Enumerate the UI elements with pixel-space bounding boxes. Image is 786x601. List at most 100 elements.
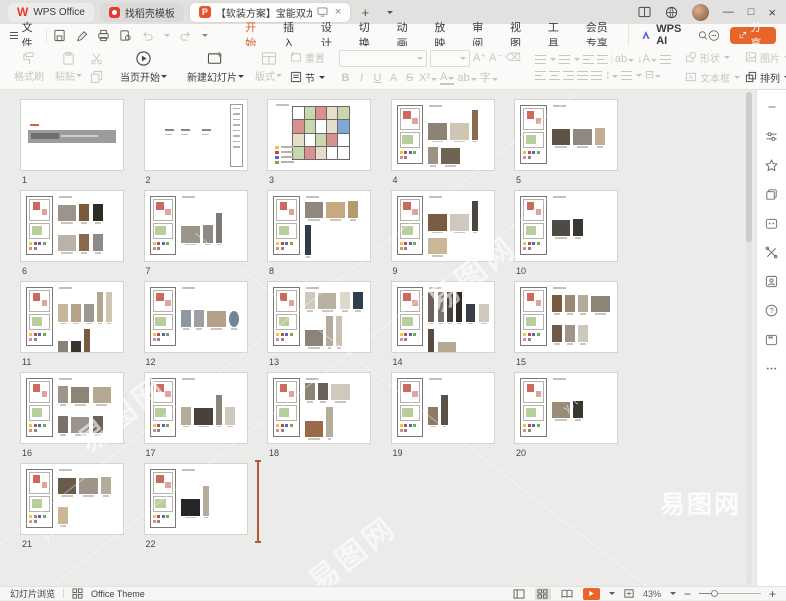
increase-indent-icon[interactable]	[597, 55, 608, 64]
star-favorites-icon[interactable]	[763, 156, 781, 174]
textbox-button[interactable]: A 文本框	[685, 70, 740, 85]
zoom-in-button[interactable]: +	[769, 588, 776, 600]
sort-text-button[interactable]: ↓A	[637, 54, 657, 65]
search-icon[interactable]	[698, 29, 708, 42]
slide-thumbnail[interactable]	[144, 99, 248, 171]
scrollbar-thumb[interactable]	[746, 92, 752, 242]
slide-thumbnail[interactable]	[20, 372, 124, 444]
zoom-slider[interactable]	[699, 593, 761, 594]
slide-thumbnail[interactable]	[20, 281, 124, 353]
highlight-color-button[interactable]: ab	[457, 73, 476, 84]
undo-dropdown-icon[interactable]	[164, 34, 170, 37]
bullet-list-icon[interactable]	[535, 55, 546, 64]
paragraph-mark-icon[interactable]	[660, 55, 671, 64]
more-options-icon[interactable]	[763, 359, 781, 377]
slideshow-dropdown-icon[interactable]	[609, 592, 615, 595]
font-family-select[interactable]	[339, 50, 427, 67]
slide-sorter-canvas[interactable]: 12345678910111213141516171819202122 易图网 …	[0, 90, 756, 586]
user-avatar[interactable]	[692, 4, 709, 21]
tune-properties-icon[interactable]	[763, 127, 781, 145]
fit-to-window-icon[interactable]	[623, 588, 635, 599]
format-painter-button[interactable]: 格式刷	[11, 50, 47, 84]
slide-thumbnail[interactable]	[514, 372, 618, 444]
assistant-message-icon[interactable]	[708, 28, 720, 43]
reset-slide-button[interactable]: 重置	[290, 50, 325, 65]
font-color-button[interactable]: A	[440, 72, 454, 85]
strikethrough-button[interactable]: S	[403, 73, 416, 84]
slide-thumbnail[interactable]	[144, 281, 248, 353]
redo-icon[interactable]	[179, 29, 192, 42]
print-icon[interactable]	[97, 29, 110, 42]
slide-thumbnail[interactable]	[20, 463, 124, 535]
new-slide-button[interactable]: 新建幻灯片	[184, 50, 247, 85]
zoom-level[interactable]: 43%	[643, 589, 661, 599]
align-center-icon[interactable]	[549, 71, 560, 80]
slide-thumbnail[interactable]	[267, 372, 371, 444]
numbered-list-icon[interactable]	[559, 55, 570, 64]
columns-icon[interactable]	[621, 71, 632, 80]
picture-button[interactable]: 图片	[745, 50, 786, 65]
slide-thumbnail[interactable]	[20, 99, 124, 171]
play-from-current-button[interactable]: 当页开始	[117, 49, 170, 85]
upgrade-icon[interactable]	[763, 330, 781, 348]
slide-thumbnail[interactable]	[391, 372, 495, 444]
maximize-button[interactable]: □	[748, 7, 755, 18]
tab-docer-templates[interactable]: 找稻壳模板	[100, 3, 184, 22]
globe-icon[interactable]	[665, 6, 678, 19]
save-icon[interactable]	[53, 29, 66, 42]
close-window-button[interactable]: ×	[768, 6, 776, 19]
export-pdf-icon[interactable]	[75, 29, 88, 42]
font-size-select[interactable]	[430, 50, 470, 67]
clear-format-button[interactable]: ⌫	[505, 53, 521, 64]
share-button[interactable]: 分享	[730, 27, 776, 44]
slide-thumbnail[interactable]	[144, 463, 248, 535]
zoom-dropdown-icon[interactable]	[670, 592, 676, 595]
align-right-icon[interactable]	[563, 71, 574, 80]
slide-sorter-view-button[interactable]	[535, 588, 551, 600]
zoom-slider-handle[interactable]	[711, 590, 718, 597]
slide-thumbnail[interactable]	[144, 372, 248, 444]
arrange-button[interactable]: 排列	[745, 70, 786, 85]
tools-skills-icon[interactable]	[763, 243, 781, 261]
panel-collapse-icon[interactable]	[763, 98, 781, 116]
paste-button[interactable]: 粘贴	[52, 50, 85, 84]
reading-view-button[interactable]	[559, 588, 575, 600]
slide-thumbnail[interactable]	[144, 190, 248, 262]
toolbar-customize-icon[interactable]	[202, 34, 208, 37]
shapes-button[interactable]: 形状	[685, 50, 740, 65]
slide-thumbnail[interactable]	[267, 99, 371, 171]
increase-font-button[interactable]: A⁺	[473, 53, 486, 64]
cut-icon[interactable]	[90, 52, 103, 65]
text-direction-button[interactable]: ab	[615, 54, 634, 65]
slide-thumbnail[interactable]	[514, 281, 618, 353]
bold-button[interactable]: B	[339, 73, 352, 84]
decrease-font-button[interactable]: A⁻	[489, 53, 502, 64]
normal-view-button[interactable]	[511, 588, 527, 600]
text-shadow-button[interactable]: A	[387, 73, 400, 84]
print-preview-icon[interactable]	[119, 29, 132, 42]
layers-copy-icon[interactable]	[763, 185, 781, 203]
slide-layout-button[interactable]: 版式	[252, 50, 285, 84]
slideshow-play-button[interactable]	[583, 588, 600, 600]
superscript-button[interactable]: X²	[419, 73, 437, 84]
help-icon[interactable]: ?	[763, 301, 781, 319]
copy-icon[interactable]	[90, 70, 103, 83]
slide-thumbnail[interactable]	[391, 99, 495, 171]
italic-button[interactable]: I	[355, 73, 368, 84]
minimize-button[interactable]: —	[723, 7, 734, 18]
assistant-icon[interactable]	[763, 214, 781, 232]
slide-thumbnail[interactable]	[267, 190, 371, 262]
underline-button[interactable]: U	[371, 73, 384, 84]
slide-thumbnail[interactable]	[391, 281, 495, 353]
text-align-vertical-button[interactable]: ⊟	[645, 70, 661, 81]
distribute-icon[interactable]	[591, 71, 602, 80]
section-button[interactable]: 节	[290, 70, 325, 85]
wps-ai-button[interactable]: WPS AI	[628, 23, 686, 47]
char-style-button[interactable]: 字	[480, 73, 498, 84]
decrease-indent-icon[interactable]	[583, 55, 594, 64]
slide-thumbnail[interactable]	[514, 190, 618, 262]
slide-thumbnail[interactable]	[514, 99, 618, 171]
contact-service-icon[interactable]	[763, 272, 781, 290]
line-spacing-button[interactable]: ↕	[605, 70, 618, 81]
slide-thumbnail[interactable]	[391, 190, 495, 262]
